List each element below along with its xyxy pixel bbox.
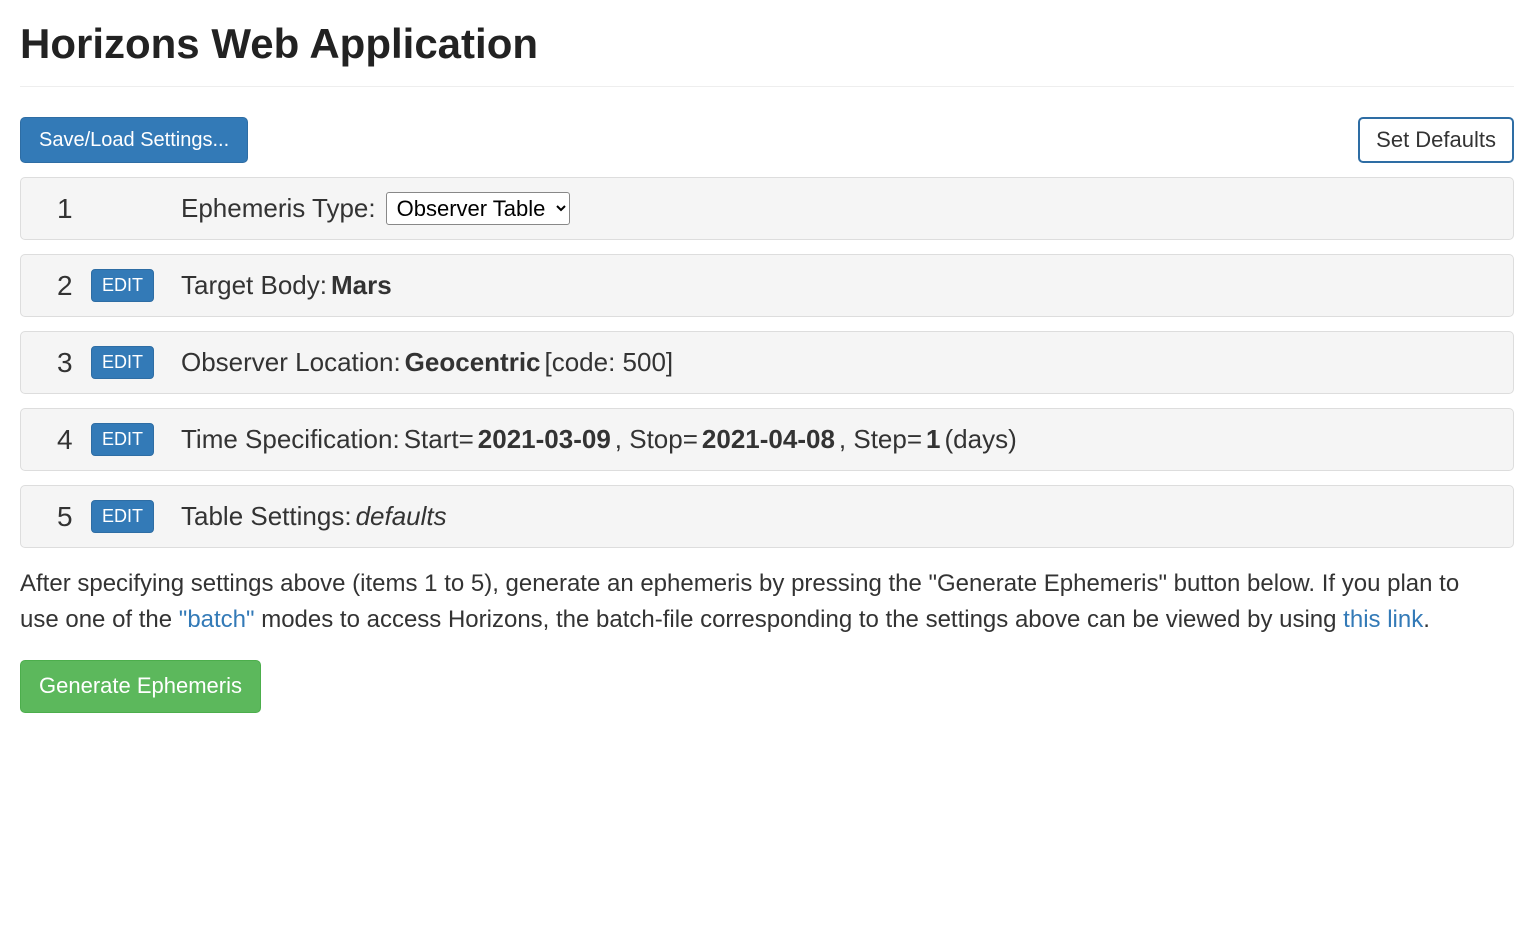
row-number: 1 (41, 193, 91, 225)
target-body-value: Mars (331, 270, 392, 301)
edit-time-specification-button[interactable]: EDIT (91, 423, 154, 456)
top-bar: Save/Load Settings... Set Defaults (20, 117, 1514, 163)
save-load-settings-button[interactable]: Save/Load Settings... (20, 117, 248, 163)
step-label: , Step= (839, 424, 922, 455)
row-number: 5 (41, 501, 91, 533)
divider (20, 86, 1514, 87)
ephemeris-type-label: Ephemeris Type: (181, 193, 376, 224)
batch-link[interactable]: "batch" (179, 606, 255, 633)
description-text: After specifying settings above (items 1… (20, 566, 1484, 638)
observer-location-label: Observer Location: (181, 347, 401, 378)
time-specification-panel: 4 EDIT Time Specification: Start=2021-03… (20, 408, 1514, 471)
table-settings-panel: 5 EDIT Table Settings: defaults (20, 485, 1514, 548)
table-settings-label: Table Settings: (181, 501, 352, 532)
observer-location-panel: 3 EDIT Observer Location: Geocentric [co… (20, 331, 1514, 394)
step-unit: (days) (945, 424, 1017, 455)
step-value: 1 (926, 424, 940, 455)
start-value: 2021-03-09 (478, 424, 611, 455)
target-body-panel: 2 EDIT Target Body: Mars (20, 254, 1514, 317)
ephemeris-type-select[interactable]: Observer Table (386, 192, 570, 225)
target-body-label: Target Body: (181, 270, 327, 301)
observer-location-code: [code: 500] (545, 347, 674, 378)
row-number: 3 (41, 347, 91, 379)
stop-value: 2021-04-08 (702, 424, 835, 455)
generate-ephemeris-button[interactable]: Generate Ephemeris (20, 660, 261, 712)
set-defaults-button[interactable]: Set Defaults (1358, 117, 1514, 163)
row-number: 4 (41, 424, 91, 456)
table-settings-value: defaults (356, 501, 447, 532)
stop-label: , Stop= (615, 424, 698, 455)
row-number: 2 (41, 270, 91, 302)
edit-table-settings-button[interactable]: EDIT (91, 500, 154, 533)
edit-target-body-button[interactable]: EDIT (91, 269, 154, 302)
this-link[interactable]: this link (1343, 606, 1423, 633)
page-title: Horizons Web Application (20, 20, 1514, 68)
start-label: Start= (404, 424, 474, 455)
observer-location-value: Geocentric (405, 347, 541, 378)
ephemeris-type-panel: 1 Ephemeris Type: Observer Table (20, 177, 1514, 240)
edit-observer-location-button[interactable]: EDIT (91, 346, 154, 379)
time-spec-label: Time Specification: (181, 424, 400, 455)
